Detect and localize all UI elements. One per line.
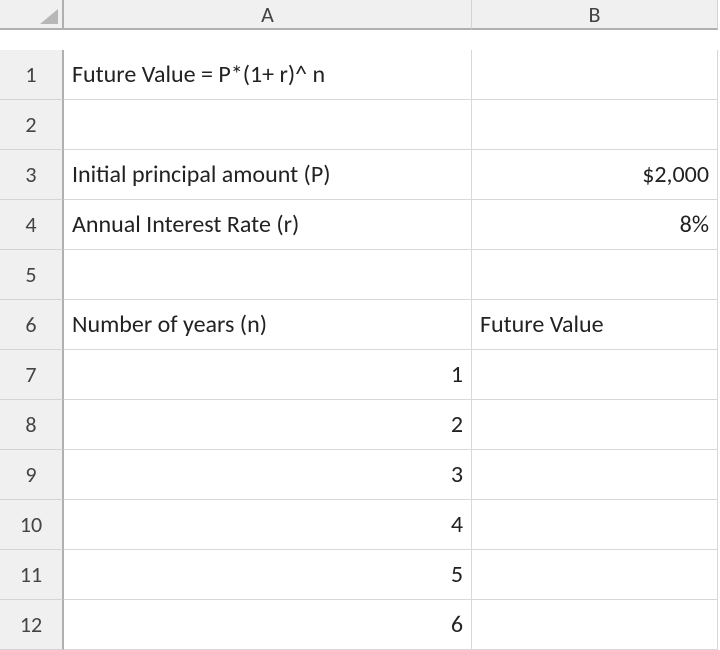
cell-B3[interactable]: $2,000 <box>472 150 718 200</box>
col-header-A[interactable]: A <box>64 0 472 30</box>
cell-B2[interactable] <box>472 100 718 150</box>
row-header-3[interactable]: 3 <box>0 150 64 200</box>
cell-A1[interactable]: Future Value = P*(1+ r)^ n <box>64 50 472 100</box>
cell-B9[interactable] <box>472 450 718 500</box>
cell-A3[interactable]: Initial principal amount (P) <box>64 150 472 200</box>
row-header-6[interactable]: 6 <box>0 300 64 350</box>
cell-A5[interactable] <box>64 250 472 300</box>
row-header-7[interactable]: 7 <box>0 350 64 400</box>
cell-A8[interactable]: 2 <box>64 400 472 450</box>
cell-A12[interactable]: 6 <box>64 600 472 650</box>
cell-B5[interactable] <box>472 250 718 300</box>
cell-B11[interactable] <box>472 550 718 600</box>
row-header-12[interactable]: 12 <box>0 600 64 650</box>
cell-A6[interactable]: Number of years (n) <box>64 300 472 350</box>
cell-B6[interactable]: Future Value <box>472 300 718 350</box>
row-header-5[interactable]: 5 <box>0 250 64 300</box>
row-header-10[interactable]: 10 <box>0 500 64 550</box>
row-header-2[interactable]: 2 <box>0 100 64 150</box>
col-header-B[interactable]: B <box>472 0 718 30</box>
cell-A10[interactable]: 4 <box>64 500 472 550</box>
cell-B4[interactable]: 8% <box>472 200 718 250</box>
cell-A11[interactable]: 5 <box>64 550 472 600</box>
cell-A7[interactable]: 1 <box>64 350 472 400</box>
cell-B8[interactable] <box>472 400 718 450</box>
row-header-9[interactable]: 9 <box>0 450 64 500</box>
cell-A2[interactable] <box>64 100 472 150</box>
cell-A9[interactable]: 3 <box>64 450 472 500</box>
cell-B7[interactable] <box>472 350 718 400</box>
cell-B1[interactable] <box>472 50 718 100</box>
cell-B10[interactable] <box>472 500 718 550</box>
cell-B12[interactable] <box>472 600 718 650</box>
cell-A4[interactable]: Annual Interest Rate (r) <box>64 200 472 250</box>
select-all-corner[interactable] <box>0 0 64 30</box>
row-header-1[interactable]: 1 <box>0 50 64 100</box>
spreadsheet-grid: A B 1 Future Value = P*(1+ r)^ n 2 3 Ini… <box>0 0 720 650</box>
row-header-11[interactable]: 11 <box>0 550 64 600</box>
row-header-8[interactable]: 8 <box>0 400 64 450</box>
row-header-4[interactable]: 4 <box>0 200 64 250</box>
